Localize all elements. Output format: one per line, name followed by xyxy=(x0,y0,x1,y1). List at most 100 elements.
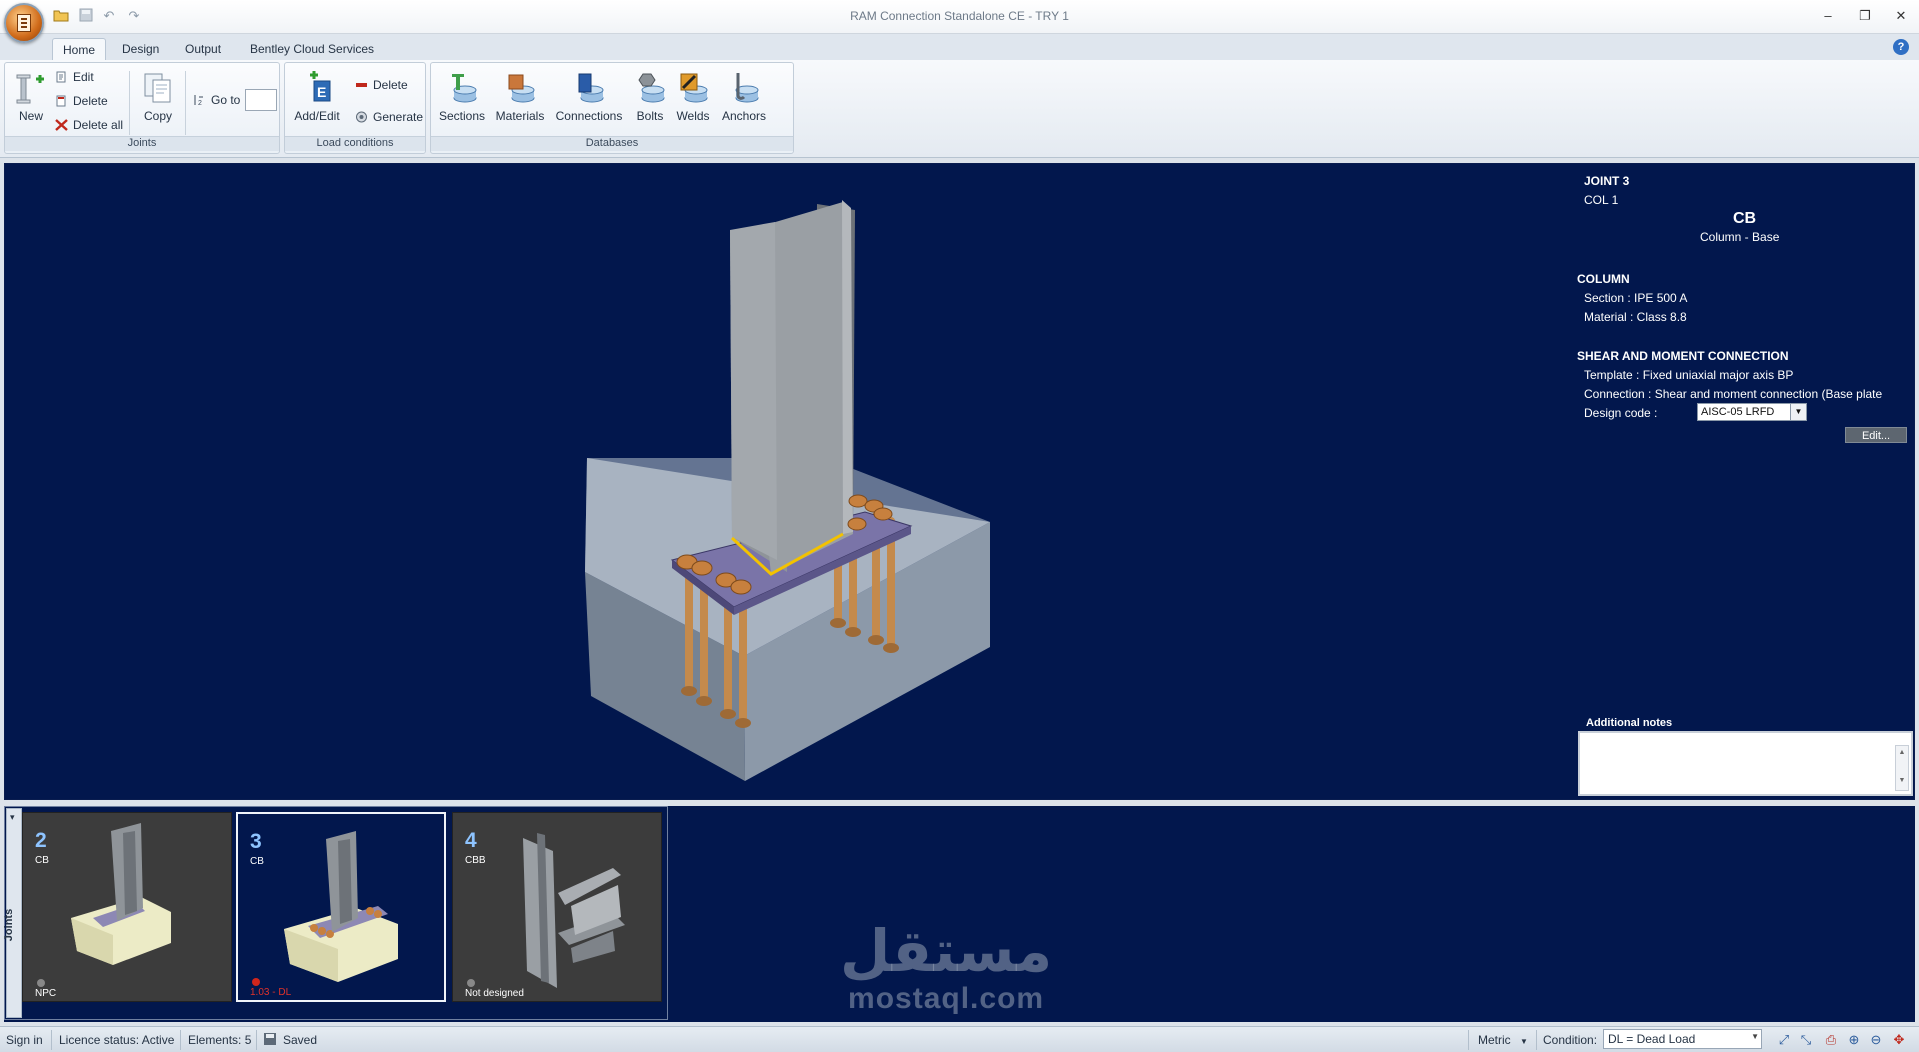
edit-connection-button[interactable]: Edit... xyxy=(1845,427,1907,443)
condition-value: DL = Dead Load xyxy=(1608,1032,1696,1046)
units-selector[interactable]: Metric ▼ xyxy=(1478,1032,1528,1048)
joint-status: 1.03 - DL xyxy=(250,987,292,998)
joint-number: 2 xyxy=(35,829,47,852)
tab-home[interactable]: Home xyxy=(52,38,107,60)
edit-joint-button[interactable]: Edit xyxy=(55,68,94,86)
connections-button[interactable]: Connections xyxy=(553,67,625,123)
delete-joint-button[interactable]: Delete xyxy=(55,92,108,110)
application-menu-button[interactable] xyxy=(4,3,44,43)
watermark-arabic: مستقل xyxy=(840,917,1053,985)
joint-type: CB xyxy=(35,855,49,866)
sign-in-link[interactable]: Sign in xyxy=(6,1032,43,1048)
status-bar: Sign in Licence status: Active Elements:… xyxy=(0,1026,1919,1052)
sections-database-icon xyxy=(452,74,477,103)
help-icon[interactable]: ? xyxy=(1893,39,1909,55)
delete-load-button[interactable]: Delete xyxy=(355,76,408,94)
member-name: COL 1 xyxy=(1584,193,1619,207)
go-to-label: Go to xyxy=(211,93,241,107)
zoom-in-icon[interactable]: ⊕ xyxy=(1845,1031,1863,1049)
base-plate-connection-model[interactable] xyxy=(5,164,1565,800)
additional-notes-input[interactable]: ▲ ▼ xyxy=(1578,731,1913,796)
tab-bentley-cloud-services[interactable]: Bentley Cloud Services xyxy=(240,38,384,60)
edit-icon xyxy=(56,71,66,83)
save-status: Saved xyxy=(283,1033,318,1047)
copy-icon xyxy=(144,73,171,103)
delete-load-label: Delete xyxy=(373,78,408,92)
watermark-latin: mostaql.com xyxy=(848,982,1045,1015)
bolts-database-icon xyxy=(638,73,665,103)
add-edit-label: Add/Edit xyxy=(294,109,340,123)
tab-output[interactable]: Output xyxy=(175,38,231,60)
collapse-icon[interactable]: ▾ xyxy=(10,812,15,823)
materials-button[interactable]: Materials xyxy=(493,67,547,123)
add-edit-load-icon: E xyxy=(310,71,331,102)
delete-all-joints-button[interactable]: Delete all xyxy=(55,116,123,134)
column-flange-front xyxy=(730,222,777,560)
new-joint-button[interactable]: New xyxy=(11,67,51,123)
joint-thumbnail-selected[interactable]: 3 CB 1.03 - DL xyxy=(236,812,446,1002)
close-button[interactable]: ✕ xyxy=(1886,6,1916,26)
joint-type: CBB xyxy=(465,855,486,866)
sections-button[interactable]: Sections xyxy=(437,67,487,123)
bolts-button[interactable]: Bolts xyxy=(631,67,669,123)
go-to-icon: 2 xyxy=(194,95,203,106)
go-to-joint-button[interactable]: 2 Go to xyxy=(193,91,240,109)
databases-group-label: Databases xyxy=(431,136,793,151)
edit-label: Edit xyxy=(73,70,94,84)
load-conditions-group: E Add/Edit Delete Generate Load conditio… xyxy=(284,62,426,154)
notes-scrollbar[interactable]: ▲ ▼ xyxy=(1895,745,1909,791)
design-code-select[interactable]: AISC-05 LRFD ▼ xyxy=(1697,403,1807,421)
joint-thumbnail[interactable]: 4 CBB Not designed xyxy=(452,812,662,1002)
joints-panel-tab[interactable]: ▾ Joints xyxy=(3,808,22,1018)
copy-joint-button[interactable]: Copy xyxy=(135,67,181,123)
connection-description: Connection : Shear and moment connection… xyxy=(1584,387,1883,401)
restore-button[interactable]: ❐ xyxy=(1850,6,1880,26)
zoom-out-icon[interactable]: ⊖ xyxy=(1867,1031,1885,1049)
divider xyxy=(51,1030,52,1050)
design-code-label: Design code : xyxy=(1584,406,1658,420)
materials-label: Materials xyxy=(495,109,545,123)
view-rotate-icon[interactable]: ⤢ xyxy=(1775,1031,1793,1049)
view-pan-icon[interactable]: ⤡ xyxy=(1797,1031,1815,1049)
divider xyxy=(129,71,130,135)
divider xyxy=(256,1030,257,1050)
welds-database-icon xyxy=(680,73,708,103)
divider xyxy=(1468,1030,1469,1050)
condition-label: Condition: xyxy=(1543,1033,1598,1047)
joint-status: Not designed xyxy=(465,988,524,999)
go-to-input[interactable] xyxy=(245,89,277,111)
tab-design[interactable]: Design xyxy=(112,38,169,60)
chevron-down-icon[interactable]: ▼ xyxy=(1790,404,1806,420)
welds-button[interactable]: Welds xyxy=(673,67,713,123)
anchors-database-icon xyxy=(735,73,759,103)
column-material: Material : Class 8.8 xyxy=(1584,310,1687,324)
watermark: مستقل mostaql.com xyxy=(840,920,1052,1016)
joint-thumbnail[interactable]: 2 CB NPC xyxy=(22,812,232,1002)
licence-status: Licence status: Active xyxy=(59,1033,175,1047)
divider xyxy=(1536,1030,1537,1050)
connections-label: Connections xyxy=(555,109,623,123)
add-edit-load-button[interactable]: E Add/Edit xyxy=(289,67,345,123)
welds-label: Welds xyxy=(676,109,710,123)
sections-label: Sections xyxy=(438,109,486,123)
chevron-down-icon[interactable]: ▼ xyxy=(1751,1032,1759,1041)
svg-text:2: 2 xyxy=(198,100,202,106)
connection-template: Template : Fixed uniaxial major axis BP xyxy=(1584,368,1794,382)
chevron-down-icon[interactable]: ▼ xyxy=(1520,1037,1528,1046)
anchors-button[interactable]: Anchors xyxy=(717,67,771,123)
joint-2-preview xyxy=(71,823,171,965)
3d-viewport[interactable]: JOINT 3 COL 1 CB Column - Base COLUMN Se… xyxy=(4,163,1915,800)
zoom-extents-icon[interactable]: ✥ xyxy=(1890,1031,1908,1049)
print-report-icon[interactable]: ⎙ xyxy=(1822,1031,1840,1049)
generate-load-button[interactable]: Generate xyxy=(355,108,423,126)
joint-number: 3 xyxy=(250,830,262,853)
window-title: RAM Connection Standalone CE - TRY 1 xyxy=(850,9,1069,23)
minimize-button[interactable]: – xyxy=(1813,6,1843,26)
status-dot-icon xyxy=(467,979,475,987)
svg-text:E: E xyxy=(317,84,326,100)
condition-select[interactable]: DL = Dead Load ▼ xyxy=(1603,1029,1762,1049)
divider xyxy=(185,71,186,135)
joints-panel-label: Joints xyxy=(3,908,16,942)
new-joint-icon xyxy=(16,74,44,104)
connection-type: Column - Base xyxy=(1700,230,1780,244)
